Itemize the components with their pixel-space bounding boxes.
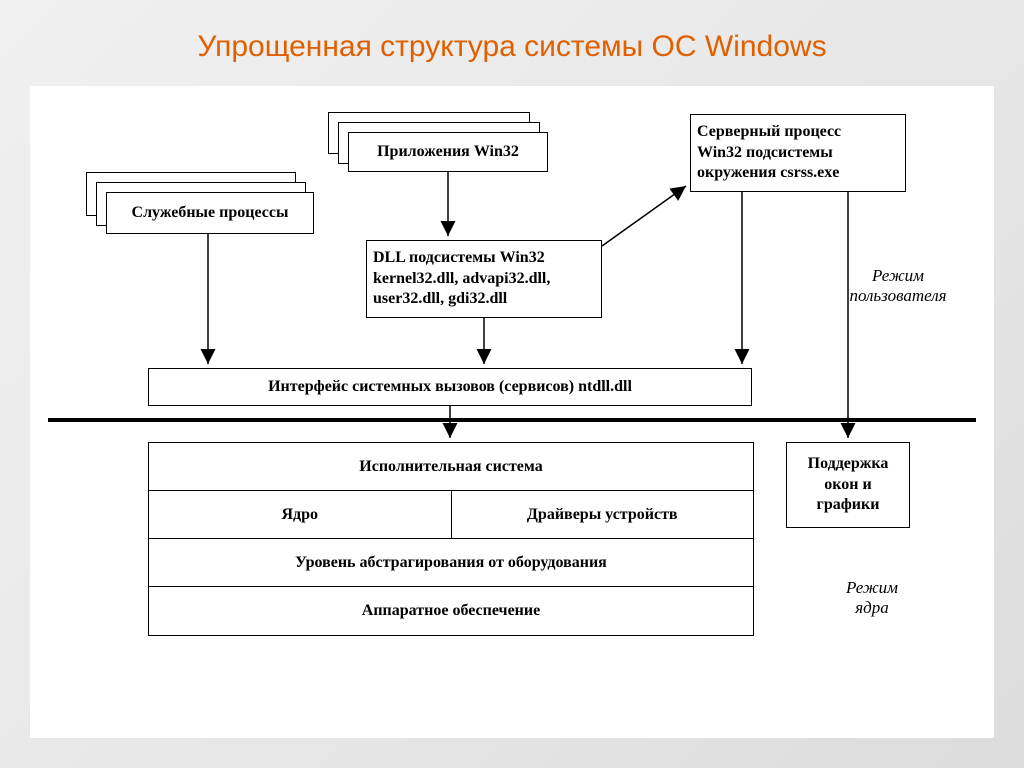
cell-drivers: Драйверы устройств	[451, 491, 754, 538]
cell: Уровень абстрагирования от оборудования	[149, 539, 753, 586]
line: графики	[808, 495, 889, 516]
line: ядра	[812, 598, 932, 618]
text: Служебные процессы	[132, 204, 289, 222]
kernel-layers-table: Исполнительная система Ядро Драйверы уст…	[148, 442, 754, 636]
row-hardware: Аппаратное обеспечение	[149, 587, 753, 635]
cell: Аппаратное обеспечение	[149, 587, 753, 635]
box-syscall-interface: Интерфейс системных вызовов (сервисов) n…	[148, 368, 752, 406]
box-dll-subsystem: DLL подсистемы Win32 kernel32.dll, advap…	[366, 240, 602, 318]
text: Интерфейс системных вызовов (сервисов) n…	[268, 378, 632, 396]
line: Win32 подсистемы	[697, 143, 841, 164]
line: Поддержка	[808, 454, 889, 475]
row-hal: Уровень абстрагирования от оборудования	[149, 539, 753, 587]
line: окон и	[808, 475, 889, 496]
label-kernel-mode: Режим ядра	[812, 578, 932, 618]
line: пользователя	[828, 286, 968, 306]
box-server-process: Серверный процесс Win32 подсистемы окруж…	[690, 114, 906, 192]
label-user-mode: Режим пользователя	[828, 266, 968, 306]
row-kernel-drivers: Ядро Драйверы устройств	[149, 491, 753, 539]
text-block: Серверный процесс Win32 подсистемы окруж…	[697, 122, 841, 184]
line: Режим	[828, 266, 968, 286]
diagram-canvas: Служебные процессы Приложения Win32 Серв…	[30, 86, 994, 738]
box-window-support: Поддержка окон и графики	[786, 442, 910, 528]
line: Серверный процесс	[697, 122, 841, 143]
line: Режим	[812, 578, 932, 598]
slide-title: Упрощенная структура системы ОС Windows	[0, 30, 1024, 64]
cell-kernel: Ядро	[149, 491, 451, 538]
mode-divider	[48, 418, 976, 422]
line: user32.dll, gdi32.dll	[373, 289, 550, 310]
line: окружения csrss.exe	[697, 163, 841, 184]
line: DLL подсистемы Win32	[373, 248, 550, 269]
cell: Исполнительная система	[149, 443, 753, 490]
line: kernel32.dll, advapi32.dll,	[373, 269, 550, 290]
slide: Упрощенная структура системы ОС Windows …	[0, 0, 1024, 768]
box-win32-apps: Приложения Win32	[348, 132, 548, 172]
row-exec-system: Исполнительная система	[149, 443, 753, 491]
box-service-processes: Служебные процессы	[106, 192, 314, 234]
text-block: Поддержка окон и графики	[808, 454, 889, 516]
text: Приложения Win32	[377, 143, 519, 161]
text-block: DLL подсистемы Win32 kernel32.dll, advap…	[373, 248, 550, 310]
